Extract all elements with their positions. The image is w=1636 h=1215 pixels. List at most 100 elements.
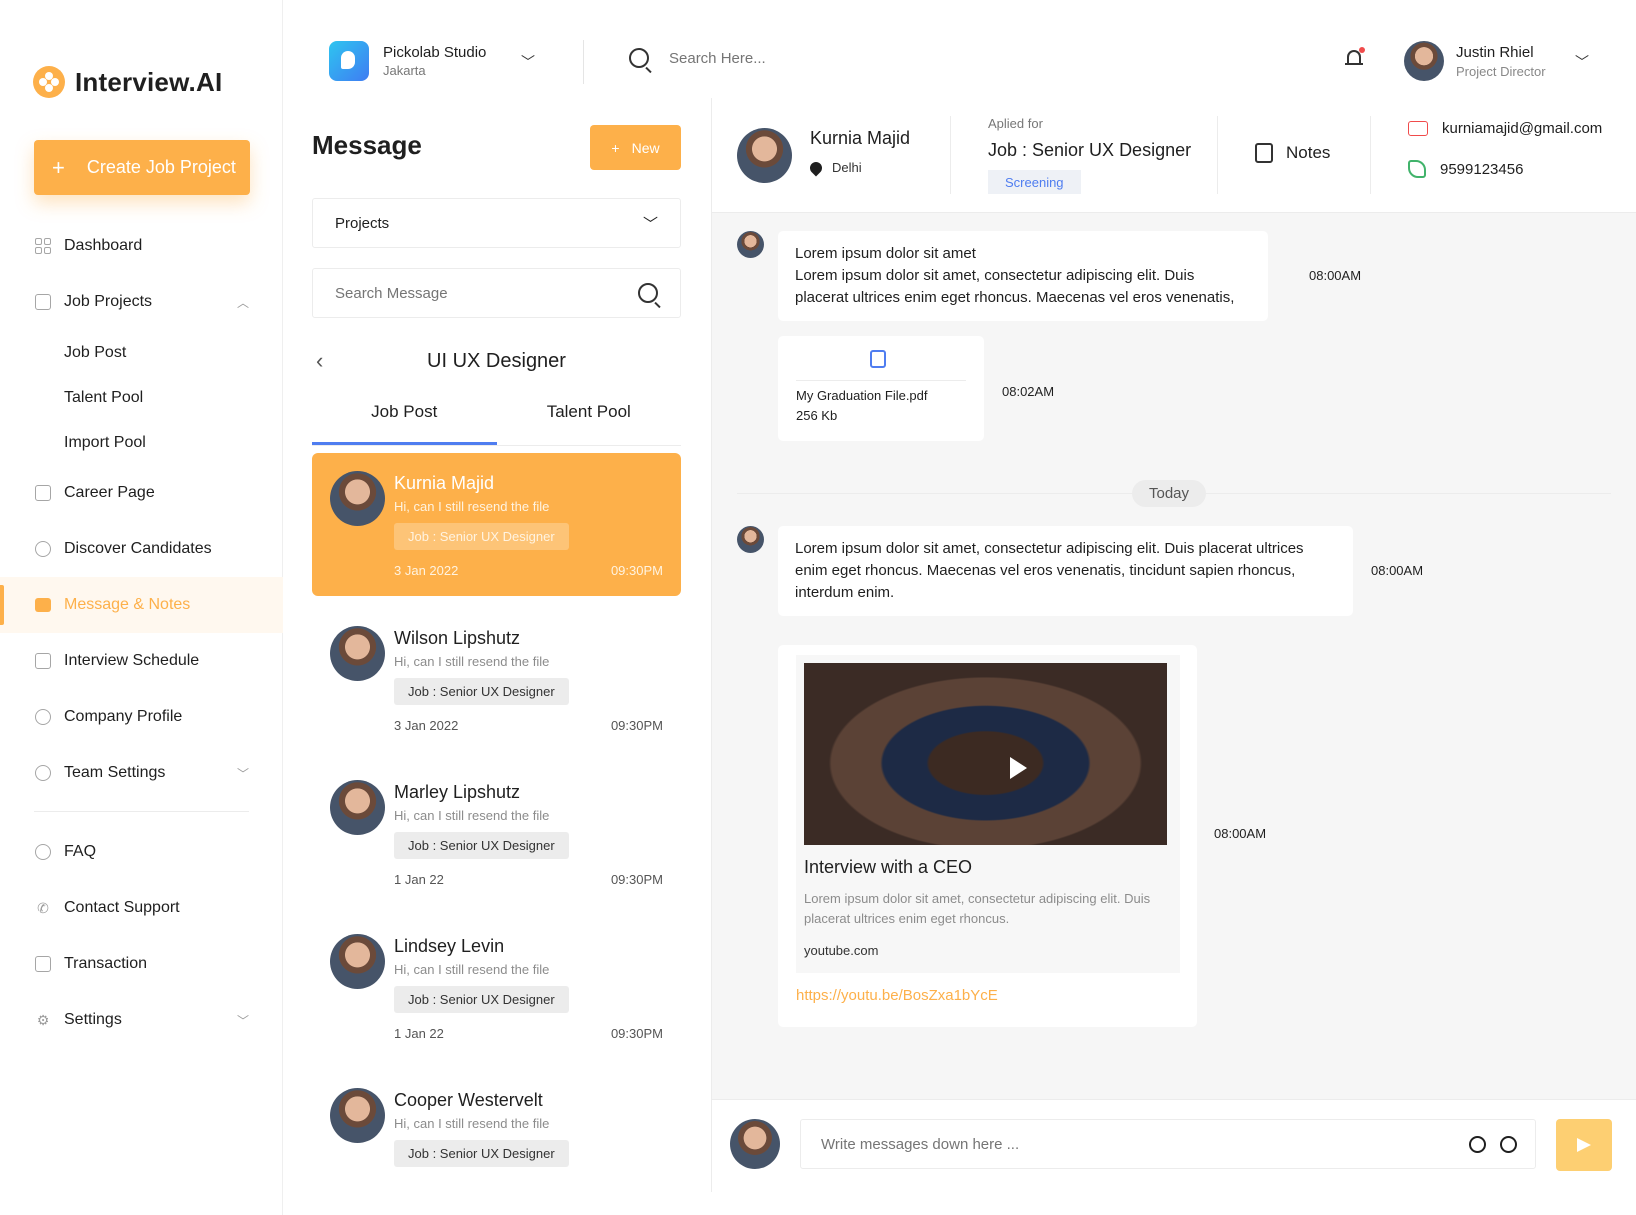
job-badge: Job : Senior UX Designer (394, 832, 569, 859)
video-link-card: Interview with a CEO Lorem ipsum dolor s… (778, 645, 1197, 1027)
sidebar-item-team-settings[interactable]: Team Settings ﹀ (0, 745, 283, 801)
header-divider (1217, 116, 1218, 194)
play-icon[interactable] (1010, 757, 1027, 779)
projects-select-value: Projects (335, 214, 390, 232)
chevron-down-icon[interactable]: ﹀ (521, 52, 535, 72)
chevron-up-icon[interactable]: ︿ (237, 294, 249, 311)
projects-select[interactable]: Projects ﹀ (312, 198, 681, 248)
message-time: 09:30PM (610, 1026, 663, 1041)
search-icon[interactable] (629, 48, 649, 68)
tab-talent-pool[interactable]: Talent Pool (497, 388, 682, 445)
message-input[interactable] (800, 1119, 1536, 1169)
video-url-link[interactable]: https://youtu.be/BosZxa1bYcE (796, 987, 998, 1004)
plus-icon: + (52, 154, 65, 180)
notification-dot (1359, 47, 1365, 53)
sidebar-item-discover-candidates[interactable]: Discover Candidates (0, 521, 283, 577)
sidebar-item-contact-support[interactable]: ✆ Contact Support (0, 880, 283, 936)
video-domain: youtube.com (804, 943, 879, 958)
notification-bell-icon[interactable] (1345, 47, 1365, 68)
team-icon (34, 764, 52, 782)
contact-name: Marley Lipshutz (394, 782, 521, 802)
users-icon (34, 540, 52, 558)
user-avatar (1404, 41, 1444, 81)
sidebar-item-label: Team Settings (64, 764, 166, 781)
global-search-input[interactable] (669, 49, 969, 67)
video-preview[interactable]: Interview with a CEO Lorem ipsum dolor s… (796, 655, 1180, 973)
candidate-phone[interactable]: 9599123456 (1408, 160, 1523, 178)
composer-icons (1469, 1136, 1517, 1153)
sidebar-subitem-job-post[interactable]: Job Post (0, 330, 283, 375)
sidebar-item-label: Job Projects (64, 293, 153, 310)
message-icon (34, 596, 52, 614)
sidebar-item-career-page[interactable]: Career Page (0, 465, 283, 521)
conversation-item[interactable]: Wilson Lipshutz Hi, can I still resend t… (312, 608, 681, 751)
candidate-location-text: Delhi (832, 160, 862, 175)
tab-job-post[interactable]: Job Post (312, 388, 497, 445)
message-time: 09:30PM (610, 718, 663, 733)
send-icon (1577, 1138, 1591, 1152)
sidebar-item-settings[interactable]: ⚙ Settings ﹀ (0, 992, 283, 1048)
sidebar-nav: Dashboard Job Projects ︿ Job Post Talent… (0, 218, 283, 1048)
send-button[interactable] (1556, 1119, 1612, 1171)
file-attachment[interactable]: My Graduation File.pdf 256 Kb (778, 336, 984, 441)
company-switcher[interactable]: Pickolab Studio Jakarta (329, 41, 486, 81)
conversation-item[interactable]: Marley Lipshutz Hi, can I still resend t… (312, 762, 681, 905)
sender-avatar (737, 526, 764, 553)
message-list-panel: Message + New Projects ﹀ ‹ UI UX Designe… (283, 98, 711, 1215)
header-divider (1370, 116, 1371, 194)
sidebar-item-faq[interactable]: FAQ (0, 824, 283, 880)
sidebar-item-transaction[interactable]: Transaction (0, 936, 283, 992)
sidebar-item-label: Company Profile (64, 708, 183, 725)
notes-icon (1255, 143, 1273, 163)
plus-icon: + (611, 139, 620, 156)
contact-avatar (330, 626, 385, 681)
message-text: Lorem ipsum dolor sit amet (795, 245, 976, 262)
sidebar-item-message-notes[interactable]: Message & Notes (0, 577, 283, 633)
message-date: 1 Jan 22 (394, 872, 444, 887)
company-name: Pickolab Studio (383, 44, 487, 61)
message-time: 08:02AM (1002, 384, 1055, 399)
sidebar-subitem-import-pool[interactable]: Import Pool (0, 420, 283, 465)
chevron-down-icon[interactable]: ﹀ (1575, 52, 1589, 72)
sidebar-item-dashboard[interactable]: Dashboard (0, 218, 283, 274)
create-job-project-label: Create Job Project (86, 157, 236, 177)
search-icon[interactable] (638, 283, 658, 303)
message-bubble: Lorem ipsum dolor sit amet Lorem ipsum d… (778, 231, 1268, 321)
phone-icon (1408, 160, 1426, 178)
conversation-item[interactable]: Lindsey Levin Hi, can I still resend the… (312, 916, 681, 1059)
contact-name: Lindsey Levin (394, 936, 505, 956)
conversation-item[interactable]: Kurnia Majid Hi, can I still resend the … (312, 453, 681, 596)
user-menu[interactable]: Justin Rhiel Project Director (1404, 41, 1546, 81)
gear-icon: ⚙ (36, 1011, 50, 1028)
sidebar-item-company-profile[interactable]: Company Profile (0, 689, 283, 745)
applied-job: Job : Senior UX Designer (988, 140, 1192, 160)
attachment-icon[interactable] (1500, 1136, 1517, 1153)
company-location: Jakarta (383, 63, 426, 78)
chevron-down-icon[interactable]: ﹀ (237, 765, 249, 782)
emoji-icon[interactable] (1469, 1136, 1486, 1153)
new-message-button[interactable]: + New (590, 125, 681, 170)
message-time: 08:00AM (1371, 563, 1424, 578)
notes-button[interactable]: Notes (1255, 143, 1330, 163)
file-download-icon[interactable] (870, 350, 886, 368)
app-logo[interactable]: Interview.AI (33, 66, 222, 98)
video-thumbnail[interactable] (804, 663, 1167, 845)
candidate-email[interactable]: kurniamajid@gmail.com (1408, 120, 1602, 137)
card-icon (34, 955, 52, 973)
sidebar-subitem-talent-pool[interactable]: Talent Pool (0, 375, 283, 420)
message-search-input[interactable] (335, 284, 615, 302)
message-time: 08:00AM (1214, 826, 1267, 841)
sidebar-item-interview-schedule[interactable]: Interview Schedule (0, 633, 283, 689)
create-job-project-button[interactable]: + Create Job Project (34, 140, 250, 195)
topbar: Pickolab Studio Jakarta ﹀ Justin Rhiel P… (283, 0, 1636, 98)
message-bubble: Lorem ipsum dolor sit amet, consectetur … (778, 526, 1353, 616)
message-date: 3 Jan 2022 (394, 563, 459, 578)
sidebar-item-job-projects[interactable]: Job Projects ︿ (0, 274, 283, 330)
conversation-item[interactable]: Cooper Westervelt Hi, can I still resend… (312, 1070, 681, 1190)
message-composer (712, 1099, 1636, 1192)
candidate-email-text: kurniamajid@gmail.com (1442, 120, 1603, 137)
chevron-down-icon[interactable]: ﹀ (237, 1012, 249, 1029)
job-badge: Job : Senior UX Designer (394, 678, 569, 705)
sidebar-item-label: Interview Schedule (64, 652, 200, 669)
category-title: UI UX Designer (427, 350, 566, 372)
